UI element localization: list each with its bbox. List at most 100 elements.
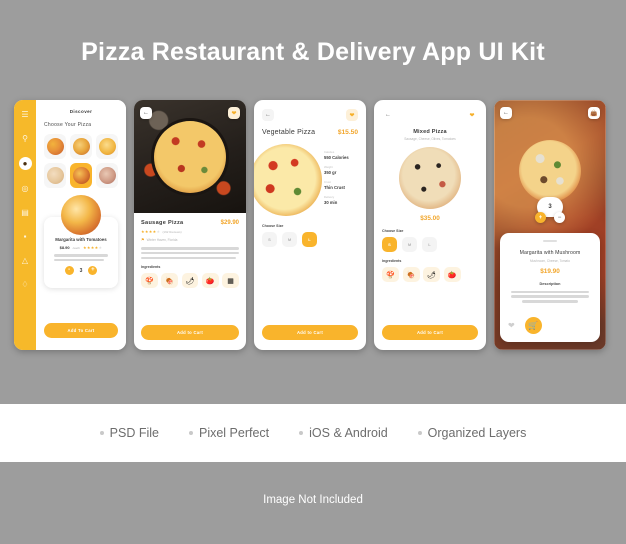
heart-icon[interactable]: ❤ xyxy=(466,109,478,121)
screen-vegetable-detail: ← ❤ Vegetable Pizza $15.50 Calories 550 … xyxy=(254,100,366,350)
discover-content: Discover Choose Your Pizza Margarita wit… xyxy=(36,100,126,350)
top-bar: ← ❤ xyxy=(262,109,358,121)
chili-icon[interactable]: 🌶 xyxy=(181,273,199,289)
size-option-m[interactable]: M xyxy=(282,231,297,247)
featured-pizza-image xyxy=(44,195,118,235)
spec-label: Calories xyxy=(324,149,335,154)
add-to-cart-wrap: Add to Cart xyxy=(141,325,239,340)
sidebar-item-hotdog[interactable]: ◎ xyxy=(20,183,31,194)
quantity-stepper[interactable]: - 3 + xyxy=(51,266,111,276)
product-name: Sausage Pizza xyxy=(141,220,184,226)
ingredients-list: 🍄 🍖 🌶 🍅 ▦ xyxy=(141,273,239,289)
spec-calories: Calories 550 Calories xyxy=(324,150,358,160)
pizza-icon xyxy=(399,147,461,209)
menu-icon[interactable]: ☰ xyxy=(20,109,31,120)
product-description xyxy=(51,254,111,262)
mushroom-icon[interactable]: 🍄 xyxy=(382,267,399,282)
size-options: S M L xyxy=(262,231,358,247)
heart-icon[interactable]: ❤ xyxy=(508,321,515,330)
location-text: Winter Haven, Florida xyxy=(146,237,178,242)
screen-margarita-sheet: ← 👜 3 + − Margarita with Mushroom Mushro… xyxy=(494,100,606,350)
decrement-button[interactable]: - xyxy=(64,266,74,276)
product-description xyxy=(141,247,239,260)
size-option-l[interactable]: L xyxy=(422,237,437,252)
product-subtitle: Mushroom, Cheese, Tomato xyxy=(530,258,570,263)
chili-icon[interactable]: 🌶 xyxy=(423,267,440,282)
back-arrow-icon[interactable]: ← xyxy=(140,107,152,119)
add-to-cart-button[interactable]: Add to Cart xyxy=(262,325,358,340)
pizza-icon xyxy=(46,138,64,155)
product-name: Vegetable Pizza xyxy=(262,129,316,136)
pizza-thumb-1[interactable] xyxy=(44,134,66,159)
spec-label: Delivery xyxy=(324,194,335,199)
rating-stars: ★★★★★ xyxy=(82,245,103,250)
meat-icon[interactable]: 🍖 xyxy=(402,267,420,282)
size-option-s-selected[interactable]: S xyxy=(382,237,397,252)
feature-organized-layers: Organized Layers xyxy=(417,426,527,440)
screen-discover: ☰ ⚲ ● ◎ ▤ ▪ △ ♢ Discover Choose Your Piz… xyxy=(14,100,126,350)
product-name: Margarita with Mushroom xyxy=(519,249,581,256)
cart-icon[interactable]: 🛒 xyxy=(524,317,542,334)
pizza-thumb-6[interactable] xyxy=(96,163,118,188)
screen-sausage-detail: ← ❤ Sausage Pizza $29.90 ★★★★★ (192 Revi… xyxy=(134,100,246,350)
pizza-icon xyxy=(254,143,322,216)
back-arrow-icon[interactable]: ← xyxy=(500,107,512,119)
spec-crust: Crust Thin Crust xyxy=(324,180,358,190)
screen-mixed-detail: ← ❤ Mixed Pizza Sausage, Cheese, Olives,… xyxy=(374,100,486,350)
tomato-icon[interactable]: 🍅 xyxy=(201,273,219,289)
pizza-icon xyxy=(72,138,90,155)
product-description xyxy=(508,290,592,303)
add-to-cart-button[interactable]: Add To Cart xyxy=(44,323,118,338)
heart-icon[interactable]: ❤ xyxy=(346,109,358,121)
product-name: Mixed Pizza xyxy=(413,129,447,135)
spec-value: Thin Crust xyxy=(324,184,345,190)
sidebar-item-sandwich[interactable]: ▪ xyxy=(20,231,31,242)
pizza-icon xyxy=(519,140,581,202)
search-icon[interactable]: ⚲ xyxy=(20,133,31,144)
bullet-icon xyxy=(299,431,304,435)
sidebar-item-sushi[interactable]: △ xyxy=(20,255,31,266)
size-options: S M L xyxy=(382,237,478,252)
product-price: $8.90 xyxy=(59,245,70,250)
add-to-cart-button[interactable]: Add to Cart xyxy=(382,325,478,340)
cheese-icon[interactable]: ▦ xyxy=(222,273,239,289)
mushroom-icon[interactable]: 🍄 xyxy=(141,273,158,289)
ingredients-title: Ingredients xyxy=(382,259,402,263)
feature-label: Organized Layers xyxy=(427,426,527,440)
size-section-title: Choose Size xyxy=(382,229,404,233)
top-bar: ← ❤ xyxy=(382,109,478,121)
size-option-s[interactable]: S xyxy=(262,231,277,247)
page-header-discover: Discover xyxy=(69,109,93,114)
increment-button[interactable]: + xyxy=(535,212,546,223)
drag-handle[interactable] xyxy=(543,240,557,242)
add-to-cart-wrap: Add to Cart xyxy=(262,325,358,340)
pizza-icon xyxy=(154,120,226,193)
heart-icon[interactable]: ❤ xyxy=(228,107,240,119)
title-price-row: Vegetable Pizza $15.50 xyxy=(262,129,358,138)
sidebar-item-burger[interactable]: ▤ xyxy=(20,207,31,218)
tomato-icon[interactable]: 🍅 xyxy=(443,267,461,282)
increment-button[interactable]: + xyxy=(88,266,98,276)
meat-icon[interactable]: 🍖 xyxy=(161,273,179,289)
product-bottom-sheet: Margarita with Mushroom Mushroom, Cheese… xyxy=(500,233,600,342)
size-option-l-selected[interactable]: L xyxy=(302,231,317,247)
price-unit: /each xyxy=(72,245,80,250)
back-arrow-icon[interactable]: ← xyxy=(262,109,274,121)
shopping-bag-icon[interactable]: 👜 xyxy=(588,107,600,119)
size-option-m[interactable]: M xyxy=(402,237,417,252)
add-to-cart-wrap: Add to Cart xyxy=(382,325,478,340)
spec-value: 550 Calories xyxy=(324,154,349,160)
add-to-cart-button[interactable]: Add to Cart xyxy=(141,325,239,340)
back-arrow-icon[interactable]: ← xyxy=(382,109,394,121)
pizza-thumb-4[interactable] xyxy=(44,163,66,188)
pizza-thumb-3[interactable] xyxy=(96,134,118,159)
location-row: ⚑ Winter Haven, Florida xyxy=(141,237,239,242)
pizza-thumb-5-selected[interactable] xyxy=(70,163,92,188)
sidebar-item-drink[interactable]: ♢ xyxy=(20,279,31,290)
spec-label: Crust xyxy=(324,179,331,184)
ui-kit-poster: Pizza Restaurant & Delivery App UI Kit ☰… xyxy=(0,0,626,544)
sidebar-item-pizza[interactable]: ● xyxy=(18,157,32,170)
spec-value: 350 gr xyxy=(324,169,337,175)
pizza-thumb-2[interactable] xyxy=(70,134,92,159)
decrement-button[interactable]: − xyxy=(554,212,565,223)
